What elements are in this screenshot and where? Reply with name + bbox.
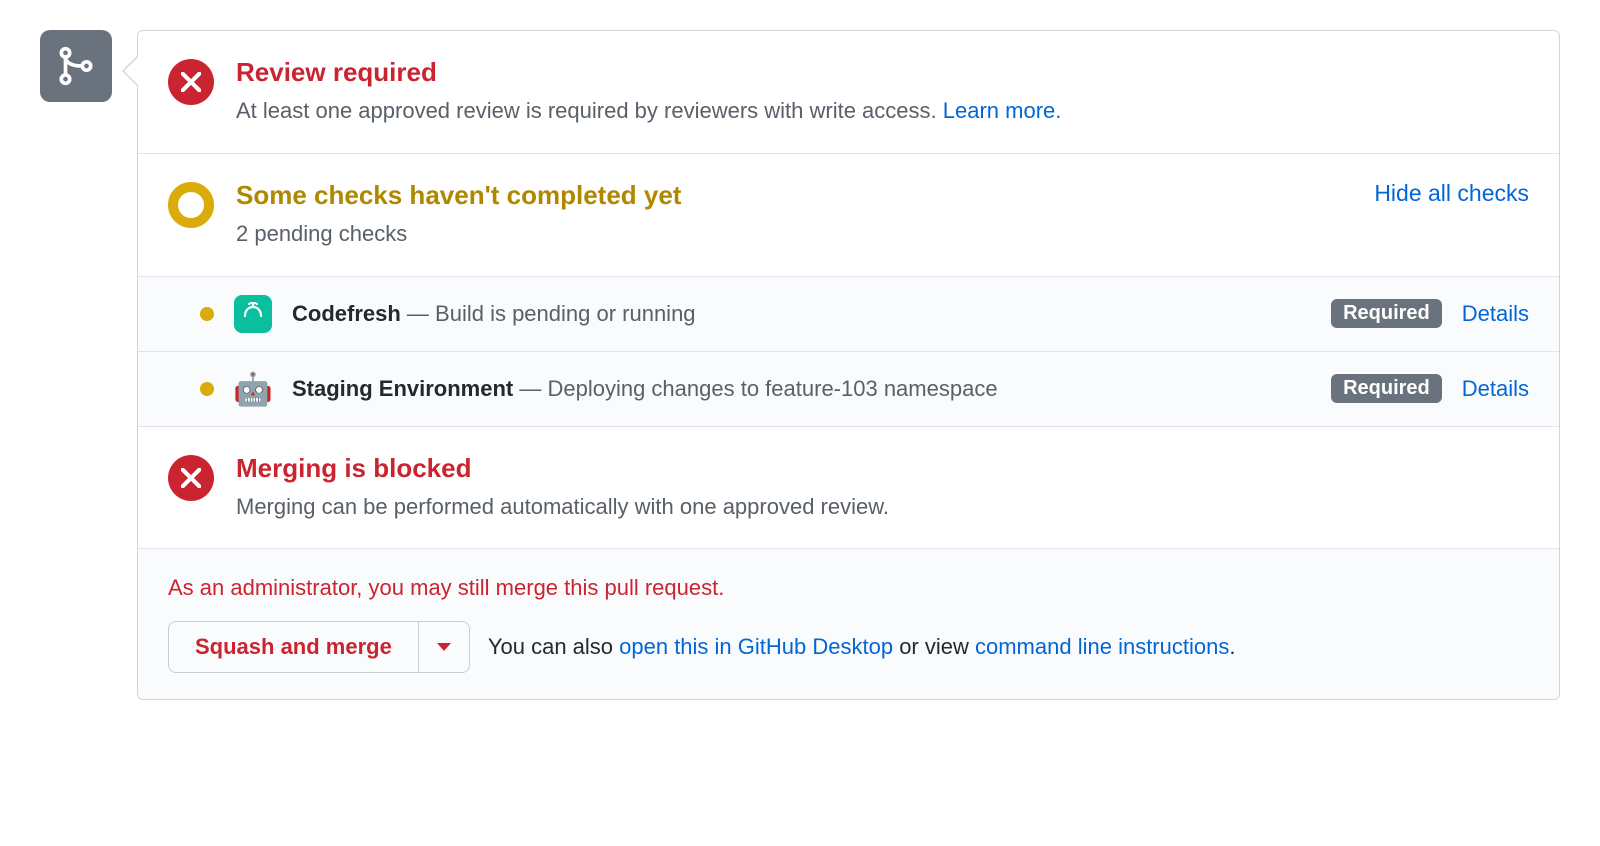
codefresh-icon: [234, 295, 272, 333]
required-badge: Required: [1331, 374, 1442, 403]
admin-override-note: As an administrator, you may still merge…: [168, 575, 1529, 601]
details-link[interactable]: Details: [1462, 376, 1529, 402]
required-badge: Required: [1331, 299, 1442, 328]
merge-footer: As an administrator, you may still merge…: [138, 549, 1559, 699]
merging-blocked-desc: Merging can be performed automatically w…: [236, 492, 1529, 523]
robot-icon: 🤖: [234, 370, 272, 408]
pending-dot-icon: [200, 307, 214, 321]
pending-dot-icon: [200, 382, 214, 396]
merge-status-panel: Review required At least one approved re…: [137, 30, 1560, 700]
review-required-section: Review required At least one approved re…: [138, 31, 1559, 154]
command-line-instructions-link[interactable]: command line instructions: [975, 634, 1229, 659]
merge-alt-text: You can also open this in GitHub Desktop…: [488, 634, 1236, 660]
check-text: Staging Environment — Deploying changes …: [292, 376, 1311, 402]
caret-down-icon: [437, 643, 451, 651]
review-required-title: Review required: [236, 57, 1529, 88]
open-github-desktop-link[interactable]: open this in GitHub Desktop: [619, 634, 893, 659]
squash-and-merge-button[interactable]: Squash and merge: [168, 621, 419, 673]
review-required-desc: At least one approved review is required…: [236, 96, 1529, 127]
checks-summary-sub: 2 pending checks: [236, 219, 681, 250]
check-text: Codefresh — Build is pending or running: [292, 301, 1311, 327]
merging-blocked-title: Merging is blocked: [236, 453, 1529, 484]
x-circle-icon: [168, 455, 214, 501]
checks-summary-title: Some checks haven't completed yet: [236, 180, 681, 211]
check-item: 🤖 Staging Environment — Deploying change…: [138, 352, 1559, 427]
hide-all-checks-link[interactable]: Hide all checks: [1374, 180, 1529, 207]
learn-more-link[interactable]: Learn more.: [943, 98, 1062, 123]
pending-circle-icon: [168, 182, 214, 228]
merge-button-group: Squash and merge: [168, 621, 470, 673]
merge-branch-icon: [40, 30, 112, 102]
details-link[interactable]: Details: [1462, 301, 1529, 327]
merging-blocked-section: Merging is blocked Merging can be perfor…: [138, 427, 1559, 550]
check-item: Codefresh — Build is pending or running …: [138, 277, 1559, 352]
checks-summary-section: Some checks haven't completed yet 2 pend…: [138, 154, 1559, 277]
x-circle-icon: [168, 59, 214, 105]
merge-options-dropdown-button[interactable]: [419, 621, 470, 673]
